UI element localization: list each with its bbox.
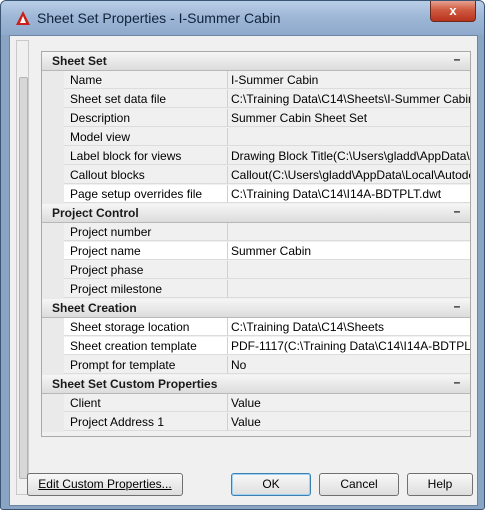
property-value[interactable]: PDF-1117(C:\Training Data\C14\I14A-BDTPL… [228,337,470,355]
category-header[interactable]: Sheet Creation – [42,299,470,318]
property-name: Description [64,109,228,127]
property-row[interactable]: Project number [42,223,470,242]
row-gutter [42,166,64,185]
sheet-set-properties-dialog: Sheet Set Properties - I-Summer Cabin x … [0,0,485,510]
category-header[interactable]: Sheet Set Custom Properties – [42,375,470,394]
property-name: Project name [64,242,228,260]
property-value[interactable]: Summer Cabin Sheet Set [228,109,470,127]
row-gutter [42,394,64,413]
property-value[interactable] [228,223,470,241]
property-row[interactable]: Project phase [42,261,470,280]
collapse-icon[interactable]: – [450,204,464,218]
left-scroll-rail[interactable] [16,40,29,495]
property-grid: Sheet Set – Name I-Summer Cabin Sheet set da… [41,51,471,437]
category-header[interactable]: Project Control – [42,204,470,223]
property-value[interactable]: Summer Cabin [228,242,470,260]
category-label: Sheet Set [52,54,107,68]
property-value[interactable] [228,280,470,298]
property-row[interactable]: Description Summer Cabin Sheet Set [42,109,470,128]
property-value[interactable] [228,128,470,146]
title-bar: Sheet Set Properties - I-Summer Cabin x [1,1,484,35]
edit-custom-properties-button[interactable]: Edit Custom Properties... [27,473,183,496]
category-label: Project Control [52,206,139,220]
collapse-icon[interactable]: – [450,375,464,389]
property-row[interactable]: Name I-Summer Cabin [42,71,470,90]
row-gutter [42,261,64,280]
row-gutter [42,413,64,432]
property-value[interactable]: C:\Training Data\C14\Sheets [228,318,470,336]
row-gutter [42,356,64,375]
help-button[interactable]: Help [407,473,473,496]
ok-button[interactable]: OK [231,473,311,496]
property-name: Sheet creation template [64,337,228,355]
property-row[interactable]: Client Value [42,394,470,413]
property-name: Sheet set data file [64,90,228,108]
property-name: Project Address 1 [64,413,228,431]
property-value[interactable]: Callout(C:\Users\gladd\AppData\Local\Aut… [228,166,470,184]
property-name: Client [64,394,228,412]
property-value[interactable]: C:\Training Data\C14\Sheets\I-Summer Cab… [228,90,470,108]
row-gutter [42,242,64,261]
row-gutter [42,337,64,356]
row-gutter [42,147,64,166]
property-name: Project phase [64,261,228,279]
property-value[interactable]: I-Summer Cabin [228,71,470,89]
property-value[interactable]: Value [228,394,470,412]
collapse-icon[interactable]: – [450,52,464,66]
property-row[interactable]: Model view [42,128,470,147]
cancel-button[interactable]: Cancel [319,473,399,496]
property-row[interactable]: Sheet storage location C:\Training Data\C… [42,318,470,337]
property-value[interactable] [228,261,470,279]
property-row[interactable]: Sheet creation template PDF-1117(C:\Train… [42,337,470,356]
property-value[interactable]: C:\Training Data\C14\I14A-BDTPLT.dwt [228,185,470,203]
property-row[interactable]: Prompt for template No [42,356,470,375]
property-row[interactable]: Sheet set data file C:\Training Data\C14\… [42,90,470,109]
property-name: Name [64,71,228,89]
row-gutter [42,90,64,109]
property-row[interactable]: Project milestone [42,280,470,299]
property-value[interactable]: No [228,356,470,374]
row-gutter [42,185,64,204]
row-gutter [42,71,64,90]
property-name: Label block for views [64,147,228,165]
property-row[interactable]: Project Address 1 Value [42,413,470,432]
row-gutter [42,223,64,242]
property-name: Sheet storage location [64,318,228,336]
property-name: Project milestone [64,280,228,298]
property-name: Callout blocks [64,166,228,184]
autocad-logo-icon [16,11,30,25]
property-value[interactable]: Drawing Block Title(C:\Users\gladd\AppDa… [228,147,470,165]
row-gutter [42,280,64,299]
property-row[interactable]: Project name Summer Cabin [42,242,470,261]
category-label: Sheet Creation [52,301,137,315]
window-title: Sheet Set Properties - I-Summer Cabin [37,10,281,26]
property-row[interactable]: Label block for views Drawing Block Title… [42,147,470,166]
collapse-icon[interactable]: – [450,299,464,313]
close-button[interactable]: x [430,1,476,22]
property-value[interactable]: Value [228,413,470,431]
dialog-client-area: Sheet Set – Name I-Summer Cabin Sheet set da… [9,35,478,506]
left-scroll-thumb[interactable] [19,77,28,479]
property-name: Page setup overrides file [64,185,228,203]
property-name: Project number [64,223,228,241]
property-row[interactable]: Page setup overrides file C:\Training Dat… [42,185,470,204]
property-row[interactable]: Callout blocks Callout(C:\Users\gladd\App… [42,166,470,185]
property-name: Prompt for template [64,356,228,374]
category-label: Sheet Set Custom Properties [52,377,218,391]
row-gutter [42,318,64,337]
edit-custom-properties-label: Edit Custom Properties... [38,477,172,491]
property-name: Model view [64,128,228,146]
row-gutter [42,109,64,128]
row-gutter [42,128,64,147]
category-header[interactable]: Sheet Set – [42,52,470,71]
